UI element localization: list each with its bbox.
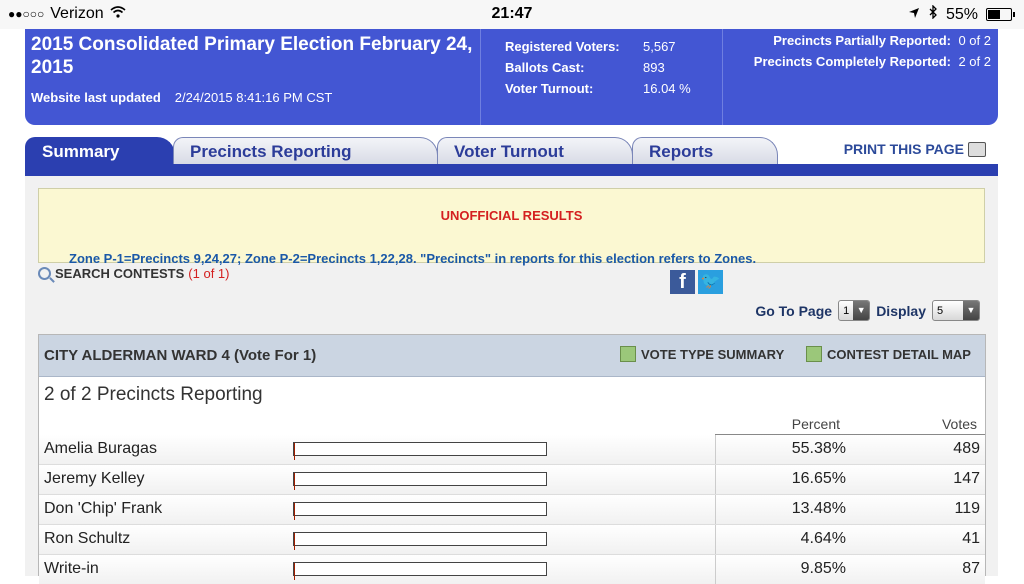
candidate-votes: 489 bbox=[953, 440, 980, 457]
content-panel: UNOFFICIAL RESULTS Zone P-1=Precincts 9,… bbox=[25, 176, 998, 584]
goto-page-value: 1 bbox=[843, 304, 850, 317]
registered-voters-value: 5,567 bbox=[643, 39, 676, 54]
voter-turnout-value: 16.04 % bbox=[643, 81, 691, 96]
vote-type-summary-icon bbox=[620, 346, 636, 362]
table-row: Don 'Chip' Frank 13.48% 119 bbox=[39, 494, 985, 524]
candidate-percent: 13.48% bbox=[791, 500, 846, 517]
printer-icon bbox=[968, 141, 986, 157]
candidate-votes: 119 bbox=[954, 500, 980, 517]
candidate-votes: 41 bbox=[962, 530, 980, 547]
print-page-label: PRINT THIS PAGE bbox=[843, 141, 964, 157]
tab-voter-turnout[interactable]: Voter Turnout bbox=[437, 137, 633, 164]
facebook-icon[interactable]: f bbox=[670, 270, 695, 294]
vote-share-fill bbox=[294, 473, 295, 490]
contest-table: CITY ALDERMAN WARD 4 (Vote For 1) VOTE T… bbox=[38, 334, 986, 584]
ballots-cast-value: 893 bbox=[643, 60, 665, 75]
display-select[interactable]: 5 ▼ bbox=[932, 300, 980, 321]
vote-share-fill bbox=[294, 443, 295, 460]
contest-name: CITY ALDERMAN WARD 4 (Vote For 1) bbox=[44, 347, 317, 364]
social-share: f 🐦 bbox=[670, 270, 723, 294]
candidate-name: Amelia Buragas bbox=[44, 440, 157, 457]
percent-column-header: Percent bbox=[791, 416, 840, 432]
vote-share-bar bbox=[293, 532, 547, 550]
clock: 21:47 bbox=[491, 5, 533, 22]
precinct-stats: Precincts Partially Reported: 0 of 2 Prec… bbox=[725, 33, 991, 75]
zone-note: Zone P-1=Precincts 9,24,27; Zone P-2=Pre… bbox=[69, 251, 757, 266]
vote-share-fill bbox=[294, 503, 295, 520]
precincts-complete-label: Precincts Completely Reported: bbox=[753, 54, 951, 69]
candidate-rows: Amelia Buragas 55.38% 489 Jeremy Kelley … bbox=[39, 435, 985, 584]
precincts-partial-value: 0 of 2 bbox=[958, 33, 991, 48]
vote-share-bar bbox=[293, 562, 547, 580]
turnout-stats: Registered Voters: 5,567 Ballots Cast: 893… bbox=[505, 39, 691, 102]
candidate-percent: 16.65% bbox=[791, 470, 846, 487]
header-divider bbox=[722, 29, 723, 125]
vote-share-bar bbox=[293, 472, 547, 490]
unofficial-results-label: UNOFFICIAL RESULTS bbox=[440, 208, 583, 223]
vote-type-summary-label: VOTE TYPE SUMMARY bbox=[641, 346, 785, 362]
chevron-down-icon: ▼ bbox=[853, 301, 870, 320]
chevron-down-icon: ▼ bbox=[963, 301, 979, 320]
ios-status-bar: ●●○○○ Verizon 21:47 55% bbox=[0, 0, 1024, 29]
election-title: 2015 Consolidated Primary Election Febru… bbox=[31, 34, 473, 78]
print-page-link[interactable]: PRINT THIS PAGE bbox=[844, 141, 986, 157]
goto-page-label: Go To Page bbox=[755, 302, 833, 319]
header-divider bbox=[480, 29, 481, 125]
candidate-percent: 9.85% bbox=[800, 560, 846, 577]
ballots-cast-label: Ballots Cast: bbox=[505, 60, 585, 75]
paging-controls: Go To Page 1 ▼ Display 5 ▼ bbox=[755, 300, 980, 321]
display-value: 5 bbox=[937, 304, 944, 317]
tab-underline bbox=[25, 164, 998, 176]
election-header: 2015 Consolidated Primary Election Febru… bbox=[25, 29, 998, 125]
search-contests-link[interactable]: SEARCH CONTESTS (1 of 1) bbox=[38, 266, 229, 281]
battery-percent: 55% bbox=[945, 5, 978, 23]
candidate-percent: 55.38% bbox=[791, 440, 846, 457]
vote-share-fill bbox=[294, 533, 295, 550]
battery-icon bbox=[986, 8, 1015, 21]
table-row: Write-in 9.85% 87 bbox=[39, 554, 985, 584]
candidate-name: Jeremy Kelley bbox=[44, 470, 145, 487]
vote-share-fill bbox=[294, 563, 295, 580]
search-contests-label: SEARCH CONTESTS bbox=[55, 266, 185, 281]
vote-share-bar bbox=[293, 502, 547, 520]
candidate-votes: 147 bbox=[953, 470, 980, 487]
contest-detail-map-link[interactable]: CONTEST DETAIL MAP bbox=[806, 346, 971, 362]
candidate-name: Ron Schultz bbox=[44, 530, 131, 547]
location-arrow-icon bbox=[908, 6, 920, 24]
search-icon bbox=[38, 267, 51, 280]
votes-column-header: Votes bbox=[941, 416, 977, 432]
tab-reports[interactable]: Reports bbox=[632, 137, 778, 164]
bluetooth-icon bbox=[928, 4, 938, 24]
precincts-complete-value: 2 of 2 bbox=[958, 54, 991, 69]
vote-type-summary-link[interactable]: VOTE TYPE SUMMARY bbox=[620, 346, 784, 362]
precincts-reporting-text: 2 of 2 Precincts Reporting bbox=[44, 384, 263, 405]
vote-share-bar bbox=[293, 442, 547, 460]
twitter-icon[interactable]: 🐦 bbox=[698, 270, 723, 294]
registered-voters-label: Registered Voters: bbox=[505, 39, 620, 54]
goto-page-select[interactable]: 1 ▼ bbox=[838, 300, 871, 321]
table-row: Amelia Buragas 55.38% 489 bbox=[39, 435, 985, 464]
notice-box: UNOFFICIAL RESULTS Zone P-1=Precincts 9,… bbox=[38, 188, 985, 266]
column-headers: Percent Votes bbox=[39, 413, 985, 435]
candidate-name: Write-in bbox=[44, 560, 99, 577]
precincts-partial-label: Precincts Partially Reported: bbox=[773, 33, 951, 48]
contest-detail-map-label: CONTEST DETAIL MAP bbox=[827, 346, 971, 362]
candidate-percent: 4.64% bbox=[800, 530, 846, 547]
search-count: (1 of 1) bbox=[188, 266, 230, 281]
tab-summary[interactable]: Summary bbox=[25, 137, 175, 165]
table-row: Ron Schultz 4.64% 41 bbox=[39, 524, 985, 554]
tab-bar: Summary Precincts Reporting Voter Turnou… bbox=[25, 136, 998, 178]
tab-precincts-reporting[interactable]: Precincts Reporting bbox=[173, 137, 438, 164]
candidate-votes: 87 bbox=[962, 560, 980, 577]
display-label: Display bbox=[876, 302, 926, 319]
map-icon bbox=[806, 346, 822, 362]
last-updated: Website last updated 2/24/2015 8:41:16 PM… bbox=[31, 90, 332, 105]
candidate-name: Don 'Chip' Frank bbox=[44, 500, 163, 517]
last-updated-value: 2/24/2015 8:41:16 PM CST bbox=[174, 90, 333, 105]
last-updated-label: Website last updated bbox=[31, 90, 161, 105]
voter-turnout-label: Voter Turnout: bbox=[505, 81, 594, 96]
contest-header: CITY ALDERMAN WARD 4 (Vote For 1) VOTE T… bbox=[39, 335, 985, 377]
table-row: Jeremy Kelley 16.65% 147 bbox=[39, 464, 985, 494]
